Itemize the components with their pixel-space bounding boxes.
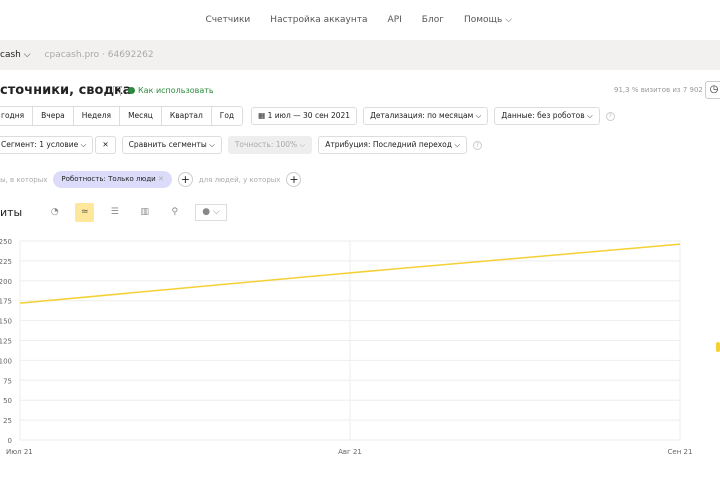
- y-tick-label: 0: [8, 437, 12, 445]
- page-title: сточники, сводка: [0, 83, 132, 98]
- x-tick-label: Авг 21: [338, 448, 362, 456]
- how-to-link[interactable]: Как использовать: [128, 86, 214, 95]
- segment-dropdown[interactable]: Сегмент: 1 условие ⌵: [0, 136, 94, 154]
- chart-title: иты: [0, 206, 23, 219]
- help-icon[interactable]: ?: [473, 140, 483, 150]
- y-tick-label: 125: [0, 338, 12, 346]
- period-quarter[interactable]: Квартал: [161, 107, 212, 125]
- y-tick-label: 250: [0, 238, 12, 246]
- y-tick-label: 200: [0, 278, 12, 286]
- y-tick-label: 50: [3, 397, 12, 405]
- help-dot-icon: [128, 87, 135, 94]
- counter-bar: cash ⌵ cpacash.pro · 64692262: [0, 40, 720, 70]
- y-tick-label: 150: [0, 318, 12, 326]
- filter-prefix: ты, в которых: [0, 175, 48, 184]
- counter-site: cpacash.pro · 64692262: [44, 50, 154, 60]
- pie-chart-icon[interactable]: ◔: [45, 203, 64, 222]
- y-tick-label: 100: [0, 357, 12, 365]
- nav-account-settings[interactable]: Настройка аккаунта: [270, 15, 367, 25]
- data-filter-dropdown[interactable]: Данные: без роботов ⌵: [494, 107, 600, 125]
- period-week[interactable]: Неделя: [73, 107, 121, 125]
- nav-help[interactable]: Помощь ⌵: [464, 15, 512, 25]
- chart-toolbar: иты ◔ ≃ ☰ ▥ ⚲ ● ⌵: [0, 203, 227, 222]
- line-chart: 0 25 50 75 100 125 150 175 200 225 250 Июл 21 Авг 21…: [0, 238, 720, 456]
- calendar-icon: ▦: [258, 111, 268, 120]
- y-tick-label: 25: [3, 417, 12, 425]
- filter-chip[interactable]: Роботность: Только люди ✕: [53, 171, 172, 188]
- x-tick-label: Сен 21: [668, 448, 693, 456]
- attribution-dropdown[interactable]: Атрибуция: Последний переход ⌵: [318, 136, 468, 154]
- area-chart-icon[interactable]: ☰: [105, 203, 124, 222]
- line-chart-icon[interactable]: ≃: [75, 203, 95, 222]
- visits-sample: 91,3 % визитов из 7 902: [614, 86, 703, 94]
- date-range-button[interactable]: ▦ 1 июл — 30 сен 2021: [251, 107, 358, 125]
- close-icon[interactable]: ✕: [158, 175, 164, 183]
- accuracy-dropdown[interactable]: Точность: 100% ⌵: [227, 136, 313, 154]
- period-selector: годня Вчера Неделя Месяц Квартал Год: [0, 106, 244, 126]
- y-tick-label: 75: [3, 377, 12, 385]
- period-year[interactable]: Год: [211, 107, 243, 125]
- filter-middle: для людей, у которых: [198, 175, 281, 184]
- color-dropdown[interactable]: ● ⌵: [195, 204, 227, 221]
- segment-clear-button[interactable]: ✕: [95, 136, 116, 154]
- clock-icon[interactable]: ◷: [705, 81, 720, 99]
- bookmark-icon[interactable]: [113, 86, 121, 96]
- scroll-marker: [716, 342, 720, 352]
- y-tick-label: 175: [0, 298, 12, 306]
- x-tick-label: Июл 21: [6, 448, 33, 456]
- date-range-label: 1 июл — 30 сен 2021: [267, 111, 351, 120]
- map-icon[interactable]: ⚲: [165, 203, 184, 222]
- bar-chart-icon[interactable]: ▥: [135, 203, 154, 222]
- how-to-label: Как использовать: [138, 86, 214, 95]
- counter-selector[interactable]: cash ⌵: [0, 50, 31, 60]
- period-month[interactable]: Месяц: [120, 107, 162, 125]
- nav-api[interactable]: API: [388, 15, 402, 25]
- period-today[interactable]: годня: [0, 107, 34, 125]
- top-nav: Счетчики Настройка аккаунта API Блог Пом…: [0, 0, 720, 40]
- filter-chip-label: Роботность: Только люди: [61, 175, 156, 183]
- add-filter-button[interactable]: +: [177, 172, 193, 187]
- compare-segments-dropdown[interactable]: Сравнить сегменты ⌵: [121, 136, 222, 154]
- help-icon[interactable]: ?: [605, 111, 615, 121]
- period-yesterday[interactable]: Вчера: [33, 107, 74, 125]
- nav-blog[interactable]: Блог: [422, 15, 444, 25]
- nav-counters[interactable]: Счетчики: [205, 15, 250, 25]
- add-filter-button[interactable]: +: [286, 172, 302, 187]
- detail-dropdown[interactable]: Детализация: по месяцам ⌵: [363, 107, 489, 125]
- y-tick-label: 225: [0, 258, 12, 266]
